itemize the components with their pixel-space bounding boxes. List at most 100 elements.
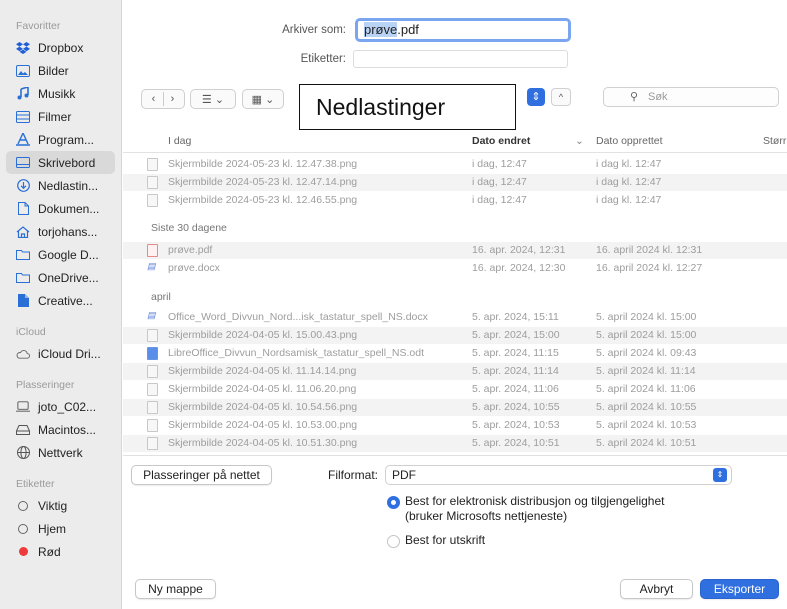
disk-icon: [16, 423, 30, 437]
sidebar-item-label: Filmer: [38, 109, 72, 124]
back-forward-buttons[interactable]: ‹ ›: [141, 89, 185, 109]
sidebar-item-google-drive[interactable]: Google D...: [0, 243, 121, 266]
divider: [123, 455, 787, 456]
downloads-icon: [16, 179, 30, 193]
sidebar-item-macintosh[interactable]: Macintos...: [0, 418, 121, 441]
radio-electronic[interactable]: [387, 496, 400, 509]
collapse-button[interactable]: ^: [551, 88, 571, 106]
radio-print[interactable]: [387, 535, 400, 548]
sidebar-item-label: Hjem: [38, 521, 67, 536]
sidebar-item-label: iCloud Dri...: [38, 346, 101, 361]
sidebar-item-tag-hjem[interactable]: Hjem: [0, 517, 121, 540]
view-list-button[interactable]: ☰ ⌄: [190, 89, 236, 109]
radio-electronic-line2: (bruker Microsofts nettjeneste): [405, 509, 568, 523]
sidebar-item-label: Program...: [38, 132, 95, 147]
sidebar-item-onedrive[interactable]: OneDrive...: [0, 266, 121, 289]
file-row[interactable]: Skjermbilde 2024-04-05 kl. 10.53.00.png 5…: [123, 417, 787, 434]
documents-icon: [16, 202, 30, 216]
sidebar-item-bilder[interactable]: Bilder: [0, 59, 121, 82]
group-label-last30: Siste 30 dagene: [151, 222, 227, 234]
sidebar-item-icloud-drive[interactable]: iCloud Dri...: [0, 342, 121, 365]
sidebar-item-dropbox[interactable]: Dropbox: [0, 36, 121, 59]
sidebar-item-label: Viktig: [38, 498, 68, 513]
movies-icon: [16, 110, 30, 124]
png-file-icon: [147, 365, 158, 378]
folder-icon: [16, 271, 30, 285]
column-size[interactable]: Størr: [763, 135, 786, 147]
sidebar-item-tag-rod[interactable]: Rød: [0, 540, 121, 563]
odt-file-icon: [147, 347, 158, 360]
radio-electronic-line1: Best for elektronisk distribusjon og til…: [405, 494, 665, 508]
png-file-icon: [147, 158, 158, 171]
export-button[interactable]: Eksporter: [700, 579, 779, 599]
png-file-icon: [147, 419, 158, 432]
sidebar-item-skrivebord[interactable]: Skrivebord: [6, 151, 115, 174]
file-row[interactable]: Skjermbilde 2024-04-05 kl. 15.00.43.png 5…: [123, 327, 787, 344]
file-icon: [16, 294, 30, 308]
online-locations-button[interactable]: Plasseringer på nettet: [131, 465, 272, 485]
sidebar-item-label: Musikk: [38, 86, 76, 101]
sidebar-item-label: Nedlastin...: [38, 178, 99, 193]
file-row[interactable]: Skjermbilde 2024-05-23 kl. 12.46.55.png i…: [123, 192, 787, 209]
file-row[interactable]: LibreOffice_Divvun_Nordsamisk_tastatur_s…: [123, 345, 787, 362]
search-placeholder: Søk: [648, 91, 668, 103]
view-grid-button[interactable]: ▦ ⌄: [242, 89, 284, 109]
sort-chevron-icon: ⌄: [575, 135, 584, 147]
new-folder-button[interactable]: Ny mappe: [135, 579, 216, 599]
sidebar-item-nedlastinger[interactable]: Nedlastin...: [0, 174, 121, 197]
sidebar-item-label: Bilder: [38, 63, 69, 78]
location-popup-chevron-icon[interactable]: ⇕: [527, 88, 545, 106]
search-icon: ⚲: [630, 91, 639, 103]
tags-input[interactable]: [353, 50, 568, 68]
column-name[interactable]: I dag: [168, 135, 191, 147]
file-row[interactable]: ▤ prøve.docx 16. apr. 2024, 12:30 16. april…: [123, 260, 787, 277]
sidebar-item-label: torjohans...: [38, 224, 98, 239]
png-file-icon: [147, 401, 158, 414]
popup-chevron-icon: ⇕: [713, 468, 727, 482]
column-modified[interactable]: Dato endret: [472, 135, 530, 147]
sidebar-item-dokumenter[interactable]: Dokumen...: [0, 197, 121, 220]
sidebar-item-label: joto_C02...: [38, 399, 97, 414]
desktop-icon: [16, 156, 30, 170]
sidebar-item-label: Creative...: [38, 293, 93, 308]
radio-electronic-label[interactable]: Best for elektronisk distribusjon og til…: [405, 494, 664, 524]
tag-empty-icon: [16, 499, 30, 513]
file-row[interactable]: Skjermbilde 2024-05-23 kl. 12.47.14.png i…: [123, 174, 787, 191]
network-icon: [16, 446, 30, 460]
file-row[interactable]: Skjermbilde 2024-04-05 kl. 10.51.30.png 5…: [123, 435, 787, 452]
radio-print-label[interactable]: Best for utskrift: [405, 533, 485, 548]
sidebar-item-tag-viktig[interactable]: Viktig: [0, 494, 121, 517]
file-list-header: I dag Dato endret ⌄ Dato opprettet Størr: [123, 131, 787, 153]
save-as-input[interactable]: prøve.pdf: [355, 18, 571, 42]
file-row[interactable]: Skjermbilde 2024-05-23 kl. 12.47.38.png i…: [123, 156, 787, 173]
chevron-left-icon[interactable]: ‹: [147, 93, 161, 105]
sidebar-item-nettverk[interactable]: Nettverk: [0, 441, 121, 464]
file-row[interactable]: Skjermbilde 2024-04-05 kl. 11.06.20.png 5…: [123, 381, 787, 398]
sidebar-item-computer[interactable]: joto_C02...: [0, 395, 121, 418]
sidebar-item-home[interactable]: torjohans...: [0, 220, 121, 243]
sidebar-item-filmer[interactable]: Filmer: [0, 105, 121, 128]
sidebar-item-musikk[interactable]: Musikk: [0, 82, 121, 105]
docx-file-icon: ▤: [147, 310, 156, 320]
filename-extension: .pdf: [397, 22, 419, 37]
search-input[interactable]: ⚲ Søk: [603, 87, 779, 107]
file-format-label: Filformat:: [327, 468, 378, 482]
cancel-button[interactable]: Avbryt: [620, 579, 693, 599]
sidebar-section-icloud: iCloud: [16, 326, 46, 338]
file-row[interactable]: Skjermbilde 2024-04-05 kl. 11.14.14.png 5…: [123, 363, 787, 380]
sidebar-section-locations: Plasseringer: [16, 379, 75, 391]
file-row[interactable]: prøve.pdf 16. apr. 2024, 12:31 16. april 2…: [123, 242, 787, 259]
png-file-icon: [147, 176, 158, 189]
file-format-select[interactable]: PDF ⇕: [385, 465, 732, 485]
grid-view-icon: ▦ ⌄: [251, 93, 275, 106]
sidebar-item-creative[interactable]: Creative...: [0, 289, 121, 312]
file-row[interactable]: ▤ Office_Word_Divvun_Nord...isk_tastatur_…: [123, 309, 787, 326]
file-row[interactable]: Skjermbilde 2024-04-05 kl. 10.54.56.png 5…: [123, 399, 787, 416]
save-as-label: Arkiver som:: [282, 24, 346, 36]
sidebar-section-favorites: Favoritter: [16, 20, 61, 32]
home-icon: [16, 225, 30, 239]
sidebar-item-program[interactable]: Program...: [0, 128, 121, 151]
tag-empty-icon: [16, 522, 30, 536]
column-created[interactable]: Dato opprettet: [596, 135, 663, 147]
chevron-right-icon[interactable]: ›: [166, 93, 180, 105]
